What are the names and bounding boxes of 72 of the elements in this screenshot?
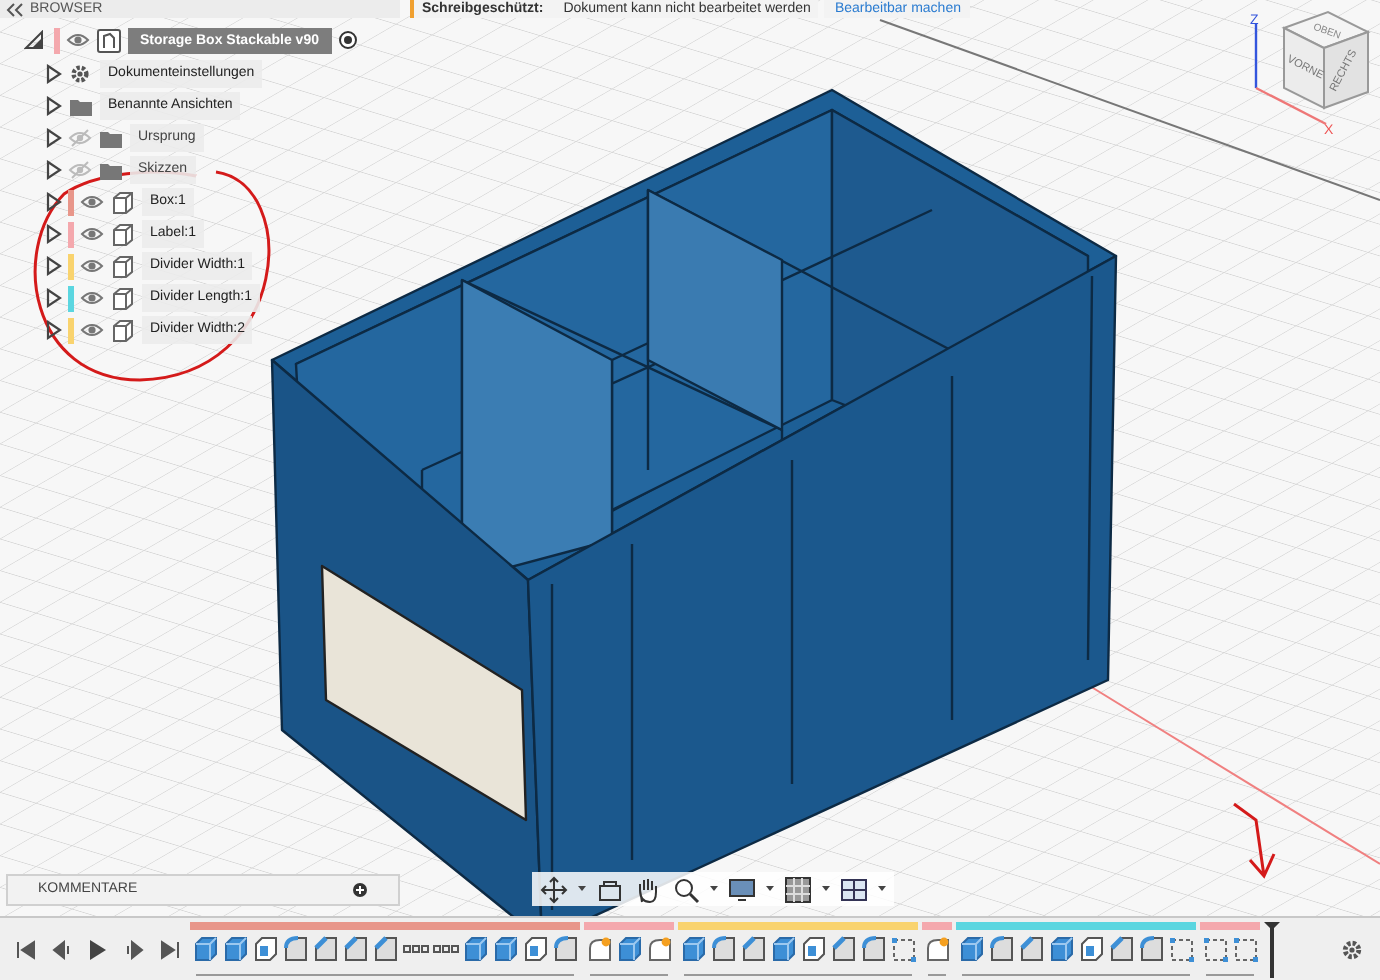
eye-icon[interactable] — [80, 288, 104, 308]
chamfer-icon[interactable] — [740, 935, 768, 963]
eye-icon[interactable] — [80, 224, 104, 244]
chamfer-icon[interactable] — [1108, 935, 1136, 963]
timeline-marker[interactable] — [1264, 921, 1280, 977]
cube-icon — [110, 221, 136, 247]
eye-icon[interactable] — [80, 320, 104, 340]
extrude-icon[interactable] — [192, 935, 220, 963]
annotation-arrow — [1232, 802, 1276, 879]
shell-icon[interactable] — [522, 935, 550, 963]
eye-icon[interactable] — [80, 192, 104, 212]
cube-icon — [110, 285, 136, 311]
chamfer-icon[interactable] — [342, 935, 370, 963]
fillet-icon[interactable] — [552, 935, 580, 963]
shell-icon[interactable] — [1078, 935, 1106, 963]
cube-icon — [110, 317, 136, 343]
eye-icon[interactable] — [66, 30, 90, 50]
plane-icon[interactable] — [1168, 935, 1196, 963]
expanded-triangle-icon[interactable] — [24, 30, 44, 50]
fillet-icon[interactable] — [988, 935, 1016, 963]
timeline-ruler — [928, 969, 946, 975]
settings-icon[interactable] — [1340, 937, 1364, 961]
viewports-icon[interactable] — [840, 875, 868, 903]
skip-to-end-icon[interactable] — [160, 939, 180, 959]
timeline-ruler — [1206, 969, 1254, 975]
caret-icon[interactable] — [878, 886, 886, 892]
fillet-icon[interactable] — [282, 935, 310, 963]
extrude-icon[interactable] — [222, 935, 250, 963]
extrude-icon[interactable] — [1048, 935, 1076, 963]
display-icon[interactable] — [728, 875, 756, 903]
extrude-icon[interactable] — [770, 935, 798, 963]
plane-icon[interactable] — [890, 935, 918, 963]
caret-icon[interactable] — [710, 886, 718, 892]
caret-icon[interactable] — [578, 886, 586, 892]
fillet-icon[interactable] — [1138, 935, 1166, 963]
collapse-icon[interactable] — [6, 1, 24, 17]
component-icon — [96, 27, 122, 53]
hand-icon[interactable] — [634, 875, 662, 903]
skip-to-start-icon[interactable] — [16, 939, 36, 959]
chamfer-icon[interactable] — [830, 935, 858, 963]
zoom-icon[interactable] — [672, 875, 700, 903]
extrude-icon[interactable] — [958, 935, 986, 963]
timeline-ruler — [590, 969, 668, 975]
cube-icon — [110, 189, 136, 215]
play-icon[interactable] — [88, 939, 108, 959]
sketch-icon[interactable] — [586, 935, 614, 963]
sketch-icon[interactable] — [646, 935, 674, 963]
look-at-icon[interactable] — [596, 875, 624, 903]
orbit-icon[interactable] — [540, 875, 568, 903]
chamfer-icon[interactable] — [1018, 935, 1046, 963]
extrude-icon[interactable] — [462, 935, 490, 963]
gear-icon — [68, 61, 94, 87]
fillet-icon[interactable] — [860, 935, 888, 963]
eye-icon[interactable] — [80, 256, 104, 276]
caret-icon[interactable] — [822, 886, 830, 892]
chamfer-icon[interactable] — [372, 935, 400, 963]
plane-icon[interactable] — [1202, 935, 1230, 963]
add-icon[interactable] — [352, 882, 368, 898]
extrude-icon[interactable] — [680, 935, 708, 963]
shell-icon[interactable] — [800, 935, 828, 963]
sketch-icon[interactable] — [924, 935, 952, 963]
shell-icon[interactable] — [252, 935, 280, 963]
cube-icon — [110, 253, 136, 279]
plane-icon[interactable] — [1232, 935, 1260, 963]
chamfer-icon[interactable] — [312, 935, 340, 963]
extrude-icon[interactable] — [616, 935, 644, 963]
step-back-icon[interactable] — [52, 939, 72, 959]
extrude-icon[interactable] — [492, 935, 520, 963]
grid-icon[interactable] — [784, 875, 812, 903]
step-forward-icon[interactable] — [124, 939, 144, 959]
fillet-icon[interactable] — [710, 935, 738, 963]
caret-icon[interactable] — [766, 886, 774, 892]
